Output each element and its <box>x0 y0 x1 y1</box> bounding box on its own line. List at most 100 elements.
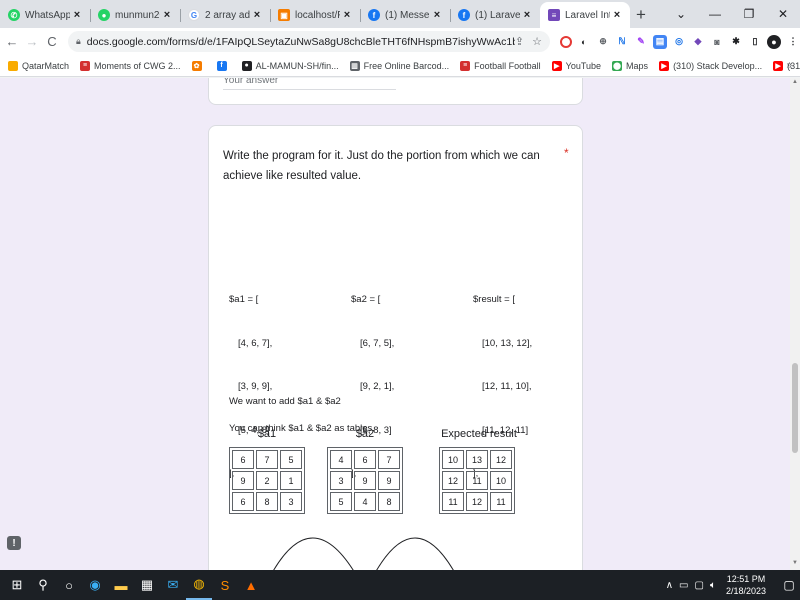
table-cell: 9 <box>378 471 400 490</box>
bookmark-star-icon[interactable]: ☆ <box>532 35 542 48</box>
minimize-icon[interactable]: — <box>698 7 732 21</box>
browser-tab[interactable]: ● munmun20023 |× <box>90 2 180 28</box>
taskbar-clock[interactable]: 12:51 PM 2/18/2023 <box>726 573 766 597</box>
puzzle-icon[interactable]: ✱ <box>729 35 743 49</box>
bookmark-item[interactable]: ● AL-MAMUN-SH/fin... <box>241 60 339 71</box>
close-tab-icon[interactable]: × <box>610 9 624 21</box>
browser-tab[interactable]: f (1) Messenger | F× <box>360 2 450 28</box>
pen-extension-icon[interactable]: ✎ <box>634 35 648 49</box>
volume-icon[interactable]: 🔈︎ <box>710 580 716 591</box>
youtube-icon: ▶ <box>773 60 784 71</box>
file-explorer-icon[interactable]: ▬ <box>108 570 134 600</box>
close-window-icon[interactable]: ✕ <box>766 7 800 21</box>
question-text: Write the program for it. Just do the po… <box>223 150 540 182</box>
address-bar[interactable]: 🔒︎ docs.google.com/forms/d/e/1FAIpQLSeyt… <box>68 31 550 52</box>
search-icon[interactable]: ⚲ <box>30 570 56 600</box>
edge-icon[interactable]: ◉ <box>82 570 108 600</box>
tab-strip: ✆WhatsApp×●munmun20023 |×G2 array adddit… <box>0 0 800 28</box>
bookmark-item[interactable]: f <box>216 60 231 71</box>
report-feedback-icon[interactable]: ! <box>7 536 21 550</box>
extension-icon[interactable]: ▤ <box>653 34 667 49</box>
browser-tab[interactable]: ▣ localhost/PRACTI× <box>270 2 360 28</box>
cortana-icon[interactable]: ○ <box>56 570 82 600</box>
opera-extension-icon[interactable] <box>560 35 572 48</box>
scroll-up-icon[interactable]: ▲ <box>791 79 799 85</box>
bookmark-item[interactable]: ⬤ Maps <box>612 60 648 71</box>
extension-icon[interactable]: ◆ <box>691 35 705 49</box>
browser-tab[interactable]: G 2 array adddition× <box>180 2 270 28</box>
windows-start-icon[interactable]: ⊞ <box>4 570 30 600</box>
extensions-area: ◐ ⊕ ℕ ✎ ▤ ◎ ◆ ◙ ✱ ▯ ● ⋮ <box>560 34 800 49</box>
tray-overflow-icon[interactable]: ∧ <box>666 580 673 591</box>
url-text[interactable]: docs.google.com/forms/d/e/1FAIpQLSeytaZu… <box>87 36 515 48</box>
reload-icon[interactable]: C <box>44 34 60 49</box>
display-icon[interactable]: ▢ <box>695 580 704 591</box>
camera-extension-icon[interactable]: ◙ <box>710 35 724 49</box>
bookmark-item[interactable]: ▶ (310) Stack Develop... <box>659 60 763 71</box>
system-tray: ∧ ▭ ▢ 🔈︎ 12:51 PM 2/18/2023 ▢ <box>666 570 800 600</box>
new-tab-button[interactable]: + <box>630 2 652 28</box>
window-controls: ⌄ — ❐ ✕ <box>664 0 800 28</box>
share-icon[interactable]: ⇪ <box>515 35 524 48</box>
scrollbar-thumb[interactable] <box>792 363 798 453</box>
table-a1: 675 921 683 <box>229 447 305 514</box>
instruction-add: We want to add $a1 & $a2 <box>229 396 341 407</box>
sublime-icon[interactable]: S <box>212 570 238 600</box>
table-row: 683 <box>232 492 302 511</box>
clock-time: 12:51 PM <box>726 574 766 584</box>
browser-tab[interactable]: f (1) Laravel Bangl× <box>450 2 540 28</box>
mail-icon[interactable]: ✉ <box>160 570 186 600</box>
table-cell: 3 <box>330 471 352 490</box>
extension-icon[interactable]: ◐ <box>577 35 591 49</box>
bookmark-item[interactable]: ≡ Moments of CWG 2... <box>80 60 181 71</box>
store-icon[interactable]: ▦ <box>134 570 160 600</box>
close-tab-icon[interactable]: × <box>340 9 354 21</box>
answer-placeholder[interactable]: Your answer <box>223 78 278 86</box>
close-tab-icon[interactable]: × <box>70 9 84 21</box>
close-tab-icon[interactable]: × <box>520 9 534 21</box>
bookmark-item[interactable]: ▶ YouTube <box>551 60 601 71</box>
browser-tab[interactable]: ≡ Laravel Intern× <box>540 2 630 28</box>
forward-icon[interactable]: → <box>24 34 40 49</box>
google-forms-icon: ≡ <box>548 9 560 21</box>
notification-icon[interactable]: ▢ <box>778 578 800 592</box>
bookmark-item[interactable]: ≡ Football Football <box>460 60 541 71</box>
extension-icon[interactable]: ℕ <box>615 35 629 49</box>
table-cell: 11 <box>466 471 488 490</box>
github-icon: ● <box>241 60 252 71</box>
bookmark-label: (310) Stack Develop... <box>673 60 763 71</box>
table-cell: 1 <box>280 471 302 490</box>
bookmark-label: Free Online Barcod... <box>363 60 450 71</box>
code-line: [6, 7, 5], <box>360 337 395 349</box>
back-icon[interactable]: ← <box>4 34 20 49</box>
menu-icon[interactable]: ⋮ <box>786 35 800 49</box>
code-line: [10, 13, 12], <box>482 337 533 349</box>
close-tab-icon[interactable]: × <box>430 9 444 21</box>
network-icon[interactable]: ▭ <box>679 580 688 591</box>
vlc-icon[interactable]: ▲ <box>238 570 264 600</box>
table-cell: 9 <box>232 471 254 490</box>
profile-avatar[interactable]: ● <box>767 34 781 49</box>
code-line: [9, 2, 1], <box>360 381 395 392</box>
browser-tab[interactable]: ✆ WhatsApp × <box>0 2 90 28</box>
tab-search-icon[interactable]: ⌄ <box>664 7 698 21</box>
close-tab-icon[interactable]: × <box>250 9 264 21</box>
lock-icon[interactable]: 🔒︎ <box>76 36 81 47</box>
table-cell: 5 <box>280 450 302 469</box>
extension-icon[interactable]: ◎ <box>672 35 686 49</box>
bookmark-item[interactable]: ✿ <box>191 60 206 71</box>
close-tab-icon[interactable]: × <box>160 9 174 21</box>
bookmark-item[interactable]: QatarMatch <box>8 60 69 71</box>
globe-extension-icon[interactable]: ⊕ <box>596 35 610 49</box>
bookmark-label: Moments of CWG 2... <box>94 60 181 71</box>
more-bookmarks-icon[interactable]: » <box>786 60 792 71</box>
page-scrollbar[interactable]: ▲ ▼ <box>790 78 800 570</box>
code-line: $a1 = [ <box>229 294 259 305</box>
bookmark-item[interactable]: ▥ Free Online Barcod... <box>349 60 450 71</box>
sidebar-icon[interactable]: ▯ <box>748 35 762 49</box>
scroll-down-icon[interactable]: ▼ <box>791 560 799 566</box>
restore-icon[interactable]: ❐ <box>732 7 766 21</box>
barcode-icon: ▥ <box>349 60 360 71</box>
table-title-result: Expected result <box>441 428 517 440</box>
chrome-icon[interactable]: ◍ <box>186 570 212 600</box>
